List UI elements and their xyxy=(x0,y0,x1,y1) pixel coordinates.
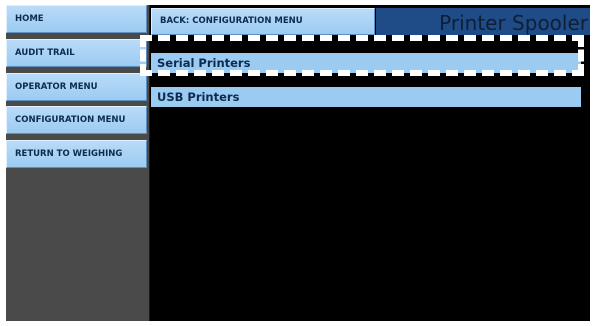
return-to-weighing-button[interactable]: RETURN TO WEIGHING xyxy=(6,140,147,168)
main-panel: BACK: CONFIGURATION MENU Printer Spooler… xyxy=(150,5,590,321)
page-title: Printer Spooler xyxy=(439,11,588,35)
operator-menu-button[interactable]: OPERATOR MENU xyxy=(6,73,147,101)
back-button[interactable]: BACK: CONFIGURATION MENU xyxy=(151,8,375,35)
configuration-menu-button[interactable]: CONFIGURATION MENU xyxy=(6,106,147,134)
list-item-usb-printers[interactable]: USB Printers xyxy=(151,87,581,107)
sidebar: HOME AUDIT TRAIL OPERATOR MENU CONFIGURA… xyxy=(6,5,150,321)
home-button[interactable]: HOME xyxy=(6,5,147,33)
title-bar: Printer Spooler xyxy=(376,8,590,35)
list-item-serial-printers[interactable]: Serial Printers xyxy=(151,53,581,73)
audit-trail-button[interactable]: AUDIT TRAIL xyxy=(6,39,147,67)
